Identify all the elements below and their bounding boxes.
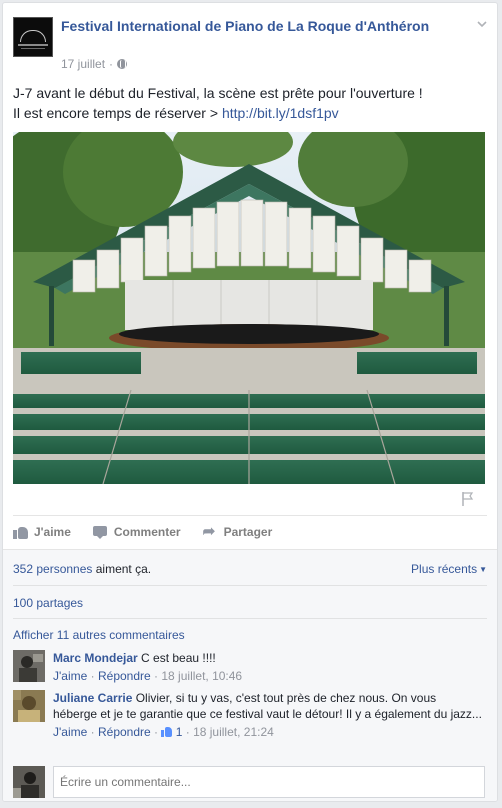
flag-icon[interactable]	[461, 491, 475, 507]
comment-body: Marc Mondejar C est beau !!!! J'aime · R…	[53, 650, 483, 684]
logo-band	[18, 44, 48, 46]
logo-band-secondary	[21, 48, 45, 49]
comment-composer	[13, 766, 487, 800]
actions-divider	[13, 515, 487, 516]
globe-icon[interactable]	[117, 59, 128, 69]
more-comments-row: Afficher 11 autres commentaires	[13, 628, 487, 642]
comment-item: Marc Mondejar C est beau !!!! J'aime · R…	[13, 650, 487, 686]
comment-author[interactable]: Juliane Carrie	[53, 691, 132, 705]
comment-line: Marc Mondejar C est beau !!!!	[53, 650, 483, 666]
comment-reply-button[interactable]: Répondre	[98, 725, 151, 739]
shares-divider	[13, 618, 487, 619]
comment-author[interactable]: Marc Mondejar	[53, 651, 138, 665]
more-comments-link[interactable]: Afficher 11 autres commentaires	[13, 628, 185, 642]
post-message: J-7 avant le début du Festival, la scène…	[13, 83, 489, 123]
like-label: J'aime	[34, 525, 71, 539]
comment-label: Commenter	[113, 525, 181, 539]
likes-count-link[interactable]: 352 personnes	[13, 562, 92, 576]
post-link[interactable]: http://bit.ly/1dsf1pv	[222, 105, 339, 121]
like-button[interactable]: J'aime	[13, 525, 71, 539]
share-icon	[203, 522, 218, 540]
comment-body: Juliane Carrie Olivier, si tu y vas, c'e…	[53, 690, 483, 740]
shares-link[interactable]: 100 partages	[13, 596, 83, 610]
chevron-down-icon[interactable]	[475, 17, 489, 31]
comment-actions: J'aime · Répondre · 1 · 18 juillet, 21:2…	[53, 725, 274, 739]
likes-suffix: aiment ça.	[92, 562, 152, 576]
comment-line: Juliane Carrie Olivier, si tu y vas, c'e…	[53, 690, 483, 722]
page-name-link[interactable]: Festival International de Piano de La Ro…	[61, 17, 461, 35]
share-label: Partager	[223, 525, 273, 539]
comment-like-button[interactable]: J'aime	[53, 725, 87, 739]
likes-summary: 352 personnes aiment ça. Plus récents ▼	[13, 562, 487, 576]
comment-input[interactable]	[53, 766, 485, 798]
comment-time[interactable]: 18 juillet, 10:46	[161, 669, 242, 683]
post-header: Festival International de Piano de La Ro…	[13, 15, 489, 75]
like-icon	[13, 525, 28, 539]
shares-summary: 100 partages	[13, 596, 487, 610]
logo-arc	[20, 30, 46, 42]
post-actions: J'aime Commenter Partager	[13, 518, 489, 546]
comment-button[interactable]: Commenter	[92, 525, 181, 539]
avatar[interactable]	[13, 650, 45, 682]
avatar[interactable]	[13, 766, 45, 798]
sort-label: Plus récents	[411, 562, 478, 576]
comment-item: Juliane Carrie Olivier, si tu y vas, c'e…	[13, 690, 487, 760]
page-avatar[interactable]	[13, 17, 53, 57]
comment-reply-button[interactable]: Répondre	[98, 669, 151, 683]
comment-actions: J'aime · Répondre · 18 juillet, 10:46	[53, 669, 243, 683]
comment-text: C est beau !!!!	[141, 651, 216, 665]
avatar[interactable]	[13, 690, 45, 722]
post-photo[interactable]	[13, 132, 485, 484]
comment-like-button[interactable]: J'aime	[53, 669, 87, 683]
meta-separator: ·	[109, 57, 114, 71]
caret-down-icon: ▼	[479, 565, 487, 575]
post-text-line1: J-7 avant le début du Festival, la scène…	[13, 85, 423, 101]
comment-like-count[interactable]: 1	[176, 725, 183, 739]
post-text-line2: Il est encore temps de réserver > http:/…	[13, 103, 489, 123]
post-meta: 17 juillet ·	[61, 57, 128, 71]
post-text-prefix: Il est encore temps de réserver >	[13, 105, 222, 121]
sort-dropdown[interactable]: Plus récents ▼	[411, 562, 487, 576]
post-date[interactable]: 17 juillet	[61, 57, 105, 71]
stage-illustration	[13, 132, 485, 484]
like-count-icon	[161, 726, 173, 737]
comment-time[interactable]: 18 juillet, 21:24	[193, 725, 274, 739]
stats-divider	[13, 585, 487, 586]
share-button[interactable]: Partager	[203, 522, 273, 540]
post-card: Festival International de Piano de La Ro…	[2, 2, 498, 802]
feedback-panel: 352 personnes aiment ça. Plus récents ▼ 1…	[3, 549, 497, 801]
comment-icon	[92, 525, 108, 539]
